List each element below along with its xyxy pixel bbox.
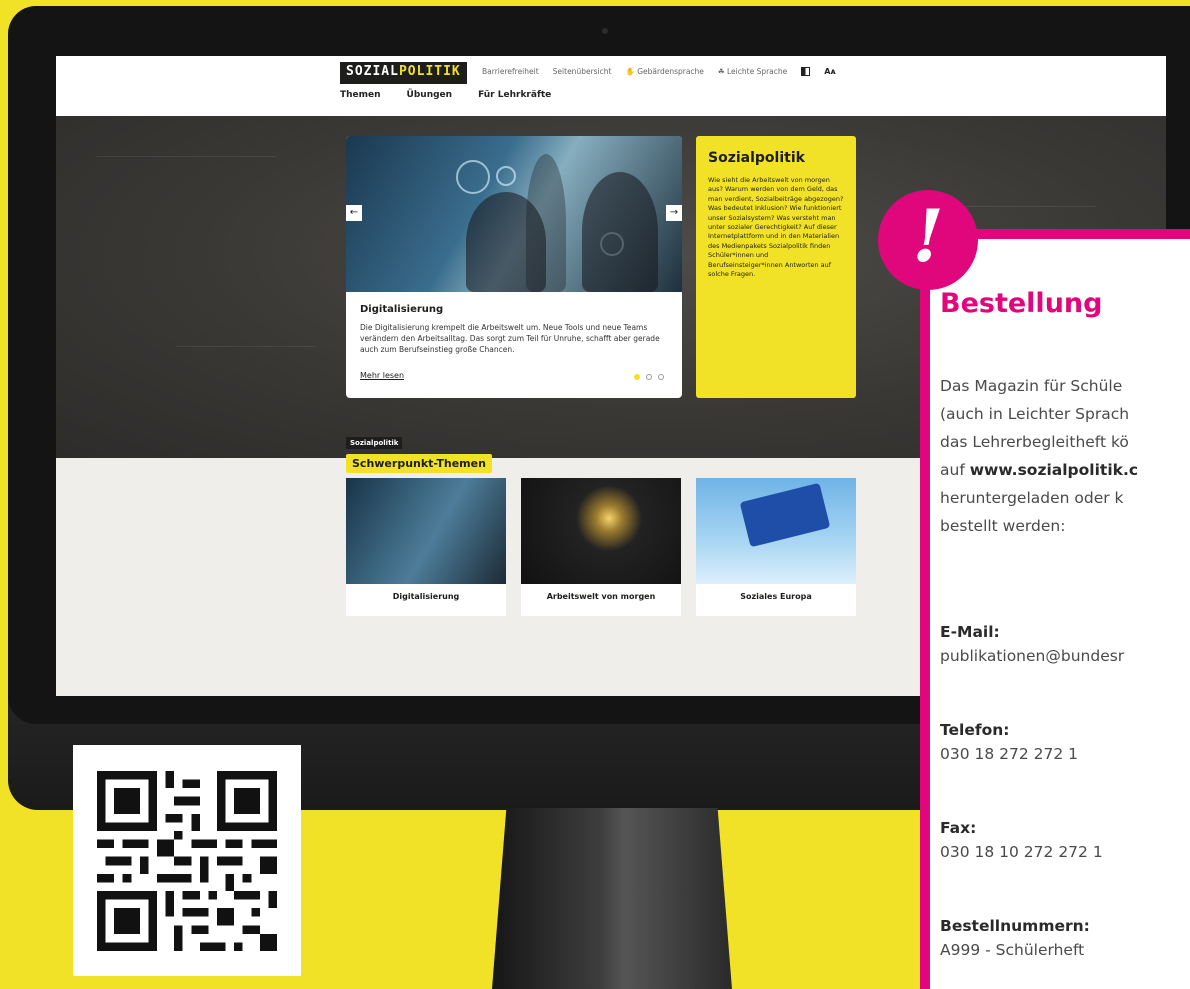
topic-label: Digitalisierung: [392, 592, 460, 601]
prev-slide-button[interactable]: ←: [346, 205, 362, 221]
slider-dot-1[interactable]: [634, 374, 640, 380]
util-link-accessibility[interactable]: Barrierefreiheit: [482, 67, 539, 76]
site-header: SOZIALPOLITIK Barrierefreiheit Seitenübe…: [56, 56, 1166, 116]
qr-code-icon: [97, 771, 277, 951]
nav-item-uebungen[interactable]: Übungen: [407, 90, 453, 100]
order-text-line: (auch in Leichter Sprach: [940, 405, 1130, 423]
topic-image: [346, 478, 506, 584]
order-text-line: bestellt werden:: [940, 517, 1066, 535]
email-label: E-Mail:: [940, 623, 1000, 641]
slider-dots: [634, 374, 664, 380]
exclamation-icon: !: [878, 190, 978, 290]
topic-card-arbeitswelt[interactable]: Arbeitswelt von morgen: [521, 478, 681, 616]
order-card: [920, 229, 1190, 989]
slider-dot-2[interactable]: [646, 374, 652, 380]
topic-card-europa[interactable]: Soziales Europa: [696, 478, 856, 616]
fax-block: Fax: 030 18 10 272 272 1: [940, 816, 1103, 864]
fax-value: 030 18 10 272 272 1: [940, 843, 1103, 861]
topic-label: Soziales Europa: [740, 592, 812, 601]
order-text-line-url: auf www.sozialpolitik.c: [940, 456, 1190, 484]
section-title: Schwerpunkt-Themen: [346, 454, 492, 473]
util-link-sign-language[interactable]: ✋ Gebärdensprache: [625, 67, 703, 76]
slide-image: [346, 136, 682, 292]
order-number-label: Bestellnummern:: [940, 917, 1090, 935]
website-link[interactable]: www.sozialpolitik.c: [970, 461, 1138, 479]
order-number-block: Bestellnummern: A999 - Schülerheft: [940, 914, 1090, 962]
order-title: Bestellung: [940, 288, 1103, 319]
util-link-sign-language-label: Gebärdensprache: [637, 67, 704, 76]
phone-value[interactable]: 030 18 272 272 1: [940, 742, 1078, 766]
phone-block: Telefon: 030 18 272 272 1: [940, 718, 1078, 766]
slide-title: Digitalisierung: [360, 304, 444, 315]
slider-card: ← → Digitalisierung Die Digitalisierung …: [346, 136, 682, 398]
topic-image: [696, 478, 856, 584]
email-value[interactable]: publikationen@bundesr: [940, 644, 1124, 668]
main-nav: Themen Übungen Für Lehrkräfte: [340, 90, 551, 100]
order-number-value: A999 - Schülerheft: [940, 941, 1085, 959]
topic-image: [521, 478, 681, 584]
util-link-sitemap[interactable]: Seitenübersicht: [553, 67, 612, 76]
site-logo[interactable]: SOZIALPOLITIK: [340, 62, 467, 84]
topic-label: Arbeitswelt von morgen: [546, 592, 656, 601]
order-text-line: heruntergeladen oder k: [940, 489, 1124, 507]
slider-dot-3[interactable]: [658, 374, 664, 380]
monitor-stand: [492, 808, 732, 989]
fax-label: Fax:: [940, 819, 977, 837]
logo-text-part1: SOZIAL: [346, 64, 399, 79]
intro-panel: Sozialpolitik Wie sieht die Arbeitswelt …: [696, 136, 856, 398]
contrast-icon[interactable]: [801, 67, 811, 76]
order-text-line: Das Magazin für Schüle: [940, 377, 1123, 395]
util-link-easy-language-label: Leichte Sprache: [727, 67, 788, 76]
order-description: Das Magazin für Schüle (auch in Leichter…: [940, 372, 1190, 540]
phone-label: Telefon:: [940, 721, 1010, 739]
exclamation-glyph: !: [912, 193, 944, 278]
font-size-button[interactable]: Aᴀ: [824, 67, 835, 76]
next-slide-button[interactable]: →: [666, 205, 682, 221]
order-text-line: das Lehrerbegleitheft kö: [940, 433, 1129, 451]
url-prefix: auf: [940, 461, 970, 479]
intro-text: Wie sieht die Arbeitswelt von morgen aus…: [708, 176, 844, 279]
slide-text: Die Digitalisierung krempelt die Arbeits…: [360, 323, 660, 354]
util-link-easy-language[interactable]: ☘ Leichte Sprache: [718, 67, 787, 76]
utility-nav: Barrierefreiheit Seitenübersicht ✋ Gebär…: [482, 67, 836, 76]
read-more-link[interactable]: Mehr lesen: [360, 371, 404, 380]
email-block: E-Mail: publikationen@bundesr: [940, 620, 1124, 668]
logo-text-part2: POLITIK: [398, 64, 461, 79]
camera-icon: [602, 28, 608, 34]
section-tag: Sozialpolitik: [346, 437, 403, 449]
nav-item-themen[interactable]: Themen: [340, 90, 381, 100]
qr-code[interactable]: [73, 745, 301, 976]
nav-item-lehrkraefte[interactable]: Für Lehrkräfte: [478, 90, 551, 100]
intro-title: Sozialpolitik: [708, 150, 805, 166]
topic-card-digitalisierung[interactable]: Digitalisierung: [346, 478, 506, 616]
